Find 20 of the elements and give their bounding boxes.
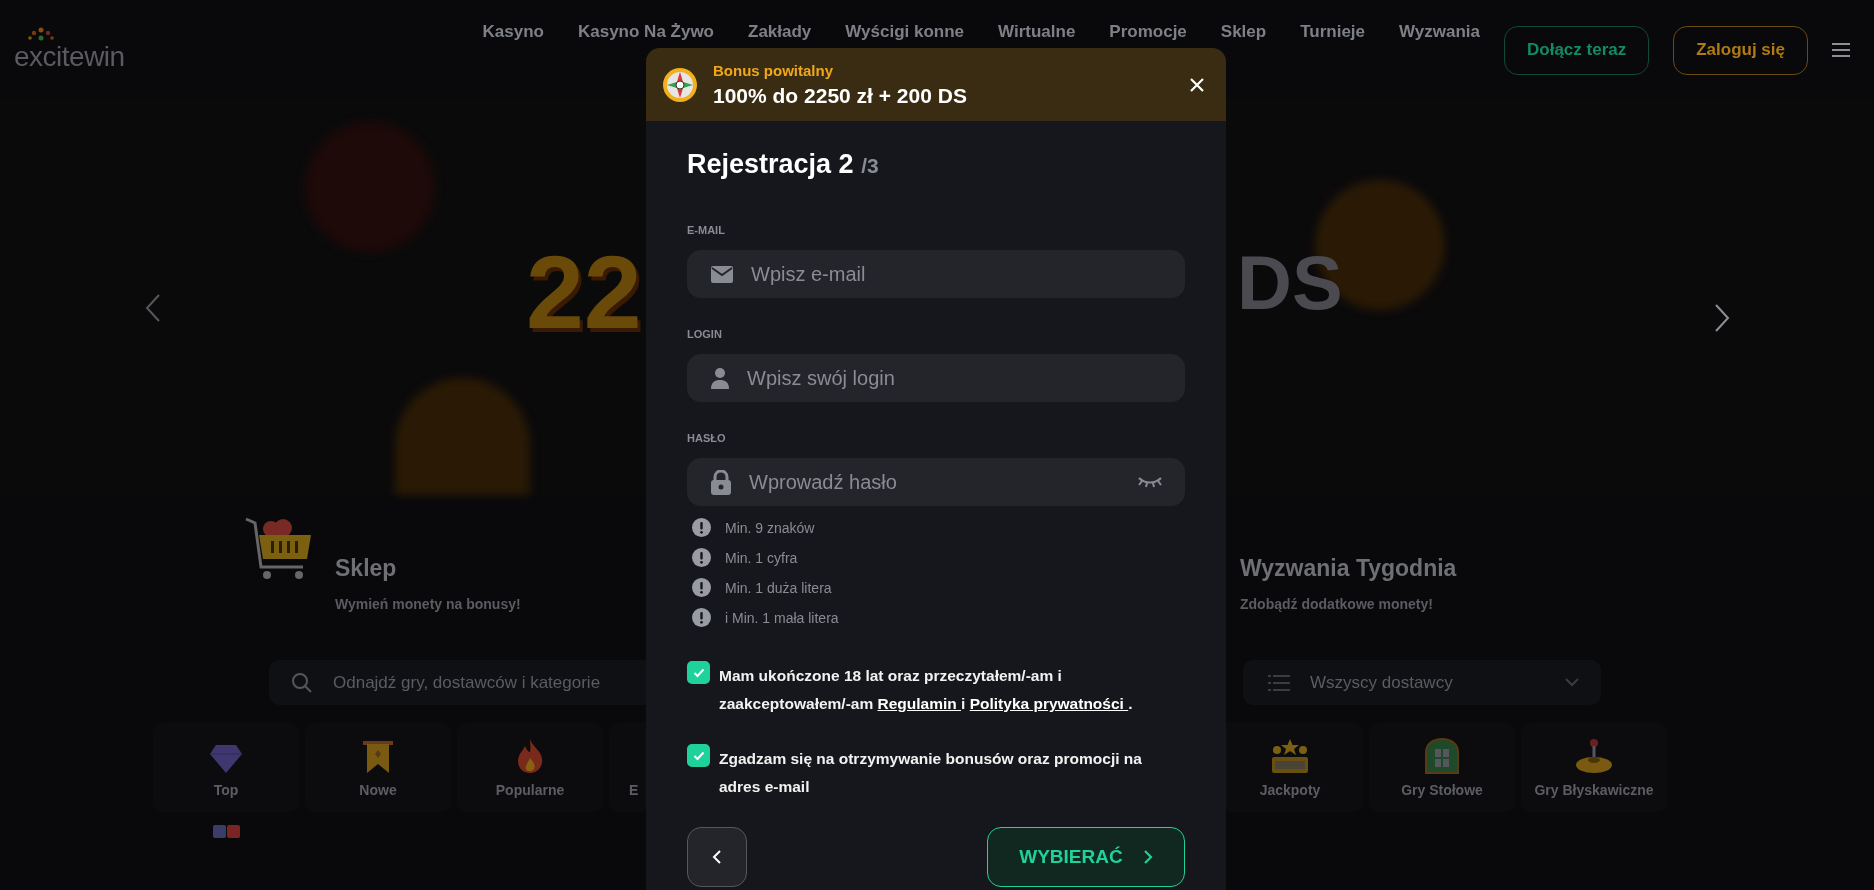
- step-total: /3: [861, 154, 879, 177]
- promo-title: Wyzwania Tygodnia: [1240, 555, 1457, 582]
- promo-title: Sklep: [335, 555, 398, 582]
- field-label: E-MAIL: [687, 224, 726, 236]
- field-label: HASŁO: [687, 432, 727, 444]
- promo-subtitle: Wymień monety na bonusy!: [335, 596, 521, 612]
- hero-headline: 22: [526, 233, 642, 352]
- password-rule: i Min. 1 mała litera: [725, 609, 839, 626]
- password-rule: Min. 9 znaków: [725, 519, 815, 536]
- field-label: LOGIN: [687, 328, 723, 340]
- dialog-title: Rejestracja 2 /3: [687, 149, 880, 180]
- consent-text: Zgadzam się na otrzymywanie bonusów oraz promocji na adres e-mail: [719, 749, 1143, 797]
- password-rule: Min. 1 cyfra: [725, 549, 798, 566]
- bonus-offer: 100% do 2250 zł + 200 DS: [713, 83, 968, 108]
- bonus-label: Bonus powitalny: [713, 61, 834, 79]
- password-rule: Min. 1 duża litera: [725, 579, 832, 596]
- logo-text: excitewin: [14, 41, 125, 73]
- promo-subtitle: Zdobądź dodatkowe monety!: [1240, 596, 1434, 612]
- hero-headline: DS: [1237, 239, 1343, 326]
- consent-text: Mam ukończone 18 lat oraz przeczytałem/-am i zaakceptowałem/-am Regulamin i Polityka prywatności .: [719, 666, 1134, 714]
